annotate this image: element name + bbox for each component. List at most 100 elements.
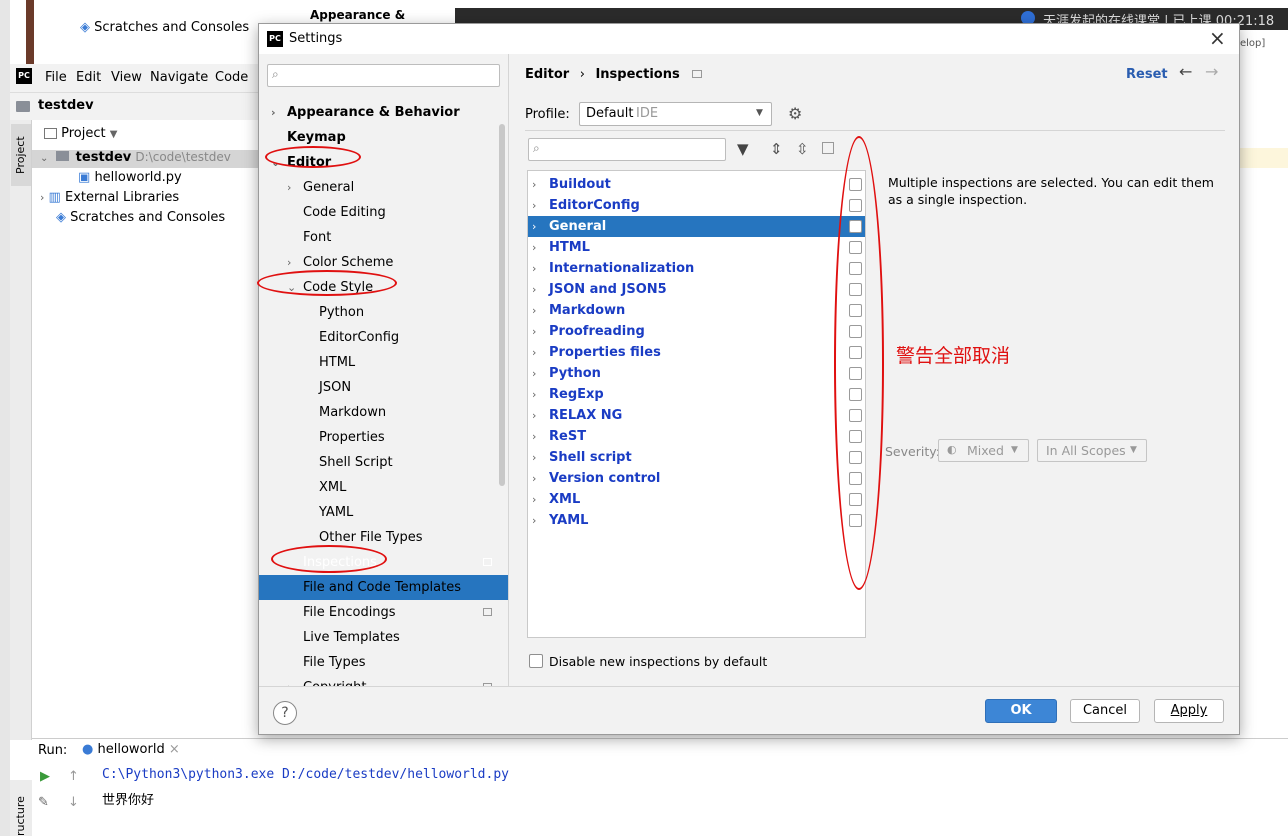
inspection-label: Properties files [549, 345, 661, 360]
inspection-row[interactable]: › YAML [528, 510, 865, 531]
tree-external[interactable]: › ▥ External Libraries [40, 190, 179, 205]
project-name[interactable]: testdev [38, 98, 94, 113]
settings-search-input[interactable]: ⌕ [267, 64, 500, 87]
inspection-row[interactable]: › Markdown [528, 300, 865, 321]
inspection-row[interactable]: › Proofreading [528, 321, 865, 342]
chevron-right-icon[interactable]: › [532, 405, 536, 426]
inspection-row[interactable]: › RegExp [528, 384, 865, 405]
tree-item[interactable]: › General [259, 175, 508, 200]
inspection-label: YAML [549, 513, 589, 528]
profile-select[interactable]: Default IDE ▼ [579, 102, 772, 126]
chevron-right-icon[interactable]: › [532, 342, 536, 363]
disable-new-checkbox[interactable] [529, 654, 543, 668]
menu-code[interactable]: Code [215, 70, 248, 85]
chevron-right-icon[interactable]: › [532, 279, 536, 300]
menu-navigate[interactable]: Navigate [150, 70, 208, 85]
tree-item[interactable]: Properties [259, 425, 508, 450]
tree-item-label: YAML [319, 505, 354, 520]
inspection-row[interactable]: › Version control [528, 468, 865, 489]
structure-tab[interactable]: ructure [10, 780, 32, 836]
tree-item[interactable]: File Types [259, 650, 508, 675]
chevron-right-icon[interactable]: › [532, 216, 536, 237]
wrench-icon[interactable]: ✎ [38, 795, 49, 810]
tree-item[interactable]: Code Editing [259, 200, 508, 225]
inspection-row[interactable]: › RELAX NG [528, 405, 865, 426]
cancel-button[interactable]: Cancel [1070, 699, 1140, 723]
run-label: Run: [38, 743, 68, 758]
chevron-right-icon[interactable]: › [532, 489, 536, 510]
tree-item[interactable]: EditorConfig [259, 325, 508, 350]
chevron-right-icon[interactable]: › [271, 100, 276, 125]
down-icon[interactable]: ↓ [68, 795, 79, 810]
chevron-right-icon[interactable]: › [532, 447, 536, 468]
chevron-right-icon[interactable]: › [532, 468, 536, 489]
chevron-right-icon[interactable]: › [532, 258, 536, 279]
run-icon[interactable]: ▶ [40, 769, 50, 784]
chevron-right-icon[interactable]: › [532, 363, 536, 384]
tree-item[interactable]: YAML [259, 500, 508, 525]
chevron-right-icon[interactable]: › [532, 384, 536, 405]
close-icon[interactable]: × [1209, 26, 1226, 50]
run-tab[interactable]: ● helloworld × [82, 742, 180, 762]
menu-file[interactable]: File [45, 70, 67, 85]
tree-item[interactable]: Live Templates [259, 625, 508, 650]
tree-item[interactable]: Python [259, 300, 508, 325]
tree-scratches[interactable]: ◈ Scratches and Consoles [56, 210, 225, 225]
menu-edit[interactable]: Edit [76, 70, 101, 85]
tree-item[interactable]: › Appearance & Behavior [259, 100, 508, 125]
inspection-row[interactable]: › Python [528, 363, 865, 384]
tree-item[interactable]: Markdown [259, 400, 508, 425]
inspection-row[interactable]: › Shell script [528, 447, 865, 468]
tree-file[interactable]: ▣ helloworld.py [78, 170, 182, 185]
inspection-row[interactable]: › Buildout [528, 174, 865, 195]
tree-item[interactable]: File Encodings [259, 600, 508, 625]
collapse-all-icon[interactable]: ⇳ [796, 140, 809, 158]
inspection-row[interactable]: › General [528, 216, 865, 237]
chevron-right-icon[interactable]: › [532, 426, 536, 447]
menu-view[interactable]: View [111, 70, 142, 85]
apply-button[interactable]: Apply [1154, 699, 1224, 723]
inspection-row[interactable]: › Properties files [528, 342, 865, 363]
scope-select[interactable]: In All Scopes ▼ [1037, 439, 1147, 462]
chevron-right-icon[interactable]: › [532, 237, 536, 258]
tree-item[interactable]: File and Code Templates [259, 575, 508, 600]
inspection-row[interactable]: › EditorConfig [528, 195, 865, 216]
inspection-row[interactable]: › JSON and JSON5 [528, 279, 865, 300]
gear-icon[interactable]: ⚙ [788, 104, 802, 123]
filter-icon[interactable]: ▼ [737, 140, 749, 158]
reset-to-default-icon[interactable] [822, 142, 834, 154]
tree-item[interactable]: HTML [259, 350, 508, 375]
chevron-right-icon[interactable]: › [532, 174, 536, 195]
severity-value: Mixed [967, 443, 1004, 458]
severity-select[interactable]: ◐ Mixed ▼ [938, 439, 1029, 462]
inspection-row[interactable]: › XML [528, 489, 865, 510]
chevron-right-icon[interactable]: › [287, 175, 291, 200]
tree-item[interactable]: JSON [259, 375, 508, 400]
ok-button[interactable]: OK [985, 699, 1057, 723]
close-icon[interactable]: × [169, 742, 180, 757]
chevron-right-icon[interactable]: › [532, 195, 536, 216]
inspection-row[interactable]: › ReST [528, 426, 865, 447]
tree-item[interactable]: Font [259, 225, 508, 250]
rerun-up-icon[interactable]: ↑ [68, 769, 79, 784]
tree-scrollbar[interactable] [499, 124, 505, 486]
expand-all-icon[interactable]: ⇕ [770, 140, 783, 158]
project-header[interactable]: Project ▼ [44, 126, 117, 141]
chevron-right-icon[interactable]: › [532, 321, 536, 342]
inspection-search-input[interactable]: ⌕ [528, 138, 726, 161]
scope-value: In All Scopes [1046, 443, 1126, 458]
tree-item[interactable]: Shell Script [259, 450, 508, 475]
help-button[interactable]: ? [273, 701, 297, 725]
reset-link[interactable]: Reset [1126, 67, 1168, 82]
tree-item[interactable]: XML [259, 475, 508, 500]
tree-item[interactable]: Other File Types [259, 525, 508, 550]
back-arrow-icon[interactable]: ← [1179, 62, 1192, 81]
project-tool-tab[interactable]: Project [11, 124, 31, 186]
chevron-right-icon[interactable]: › [532, 300, 536, 321]
top-scratches[interactable]: ◈ Scratches and Consoles [80, 20, 249, 35]
forward-arrow-icon[interactable]: → [1205, 62, 1218, 81]
chevron-right-icon[interactable]: › [532, 510, 536, 531]
inspection-row[interactable]: › Internationalization [528, 258, 865, 279]
inspection-row[interactable]: › HTML [528, 237, 865, 258]
tree-root[interactable]: ⌄ testdev D:\code\testdev [32, 150, 260, 168]
